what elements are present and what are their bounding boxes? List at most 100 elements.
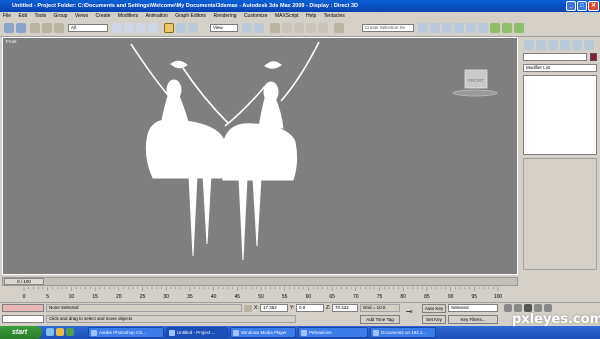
- timeline-tick-label: 45: [235, 294, 241, 300]
- menu-group[interactable]: Group: [54, 13, 68, 19]
- left-figure-shape[interactable]: [130, 43, 229, 257]
- percent-snap-icon[interactable]: [306, 23, 316, 33]
- render-frame-icon[interactable]: [502, 23, 512, 33]
- select-scale-icon[interactable]: [188, 23, 198, 33]
- modifier-list-dropdown[interactable]: Modifier List: [523, 64, 597, 72]
- pivot-center-icon[interactable]: [242, 23, 252, 33]
- menu-graph-editors[interactable]: Graph Editors: [175, 13, 206, 19]
- taskbar-item-folder[interactable]: Pehrasions: [298, 327, 368, 338]
- bind-spacewarp-icon[interactable]: [54, 23, 64, 33]
- viewcube[interactable]: FRONT: [452, 69, 498, 97]
- menu-help[interactable]: Help: [306, 13, 316, 19]
- hierarchy-tab-icon[interactable]: [548, 40, 558, 50]
- lock-selection-icon[interactable]: [244, 305, 252, 312]
- parameters-rollout: [523, 158, 597, 270]
- modifier-stack[interactable]: [523, 75, 597, 155]
- select-object-icon[interactable]: [112, 23, 122, 33]
- viewcube-label: FRONT: [468, 78, 484, 83]
- select-move-icon[interactable]: [164, 23, 174, 33]
- taskbar-item-media-player[interactable]: Windows Media Player: [230, 327, 296, 338]
- taskbar-item-3dsmax[interactable]: Untitled - Project ...: [166, 327, 228, 338]
- region-select-icon[interactable]: [136, 23, 146, 33]
- time-slider-handle[interactable]: 0 / 100: [4, 278, 44, 285]
- menu-animation[interactable]: Animation: [146, 13, 168, 19]
- window-crossing-icon[interactable]: [148, 23, 158, 33]
- maximize-button[interactable]: □: [577, 1, 587, 11]
- goto-end-icon[interactable]: [544, 304, 552, 312]
- layer-manager-icon[interactable]: [442, 23, 452, 33]
- auto-key-button[interactable]: Auto Key: [422, 304, 446, 313]
- keyboard-shortcut-icon[interactable]: [270, 23, 280, 33]
- motion-tab-icon[interactable]: [560, 40, 570, 50]
- next-frame-icon[interactable]: [534, 304, 542, 312]
- display-tab-icon[interactable]: [572, 40, 582, 50]
- time-slider-track[interactable]: 0 / 100: [2, 277, 518, 286]
- play-icon[interactable]: [524, 304, 532, 312]
- menu-views[interactable]: Views: [75, 13, 88, 19]
- menu-customize[interactable]: Customize: [244, 13, 268, 19]
- menu-modifiers[interactable]: Modifiers: [118, 13, 138, 19]
- manipulate-icon[interactable]: [254, 23, 264, 33]
- menu-edit[interactable]: Edit: [18, 13, 27, 19]
- redo-icon[interactable]: [16, 23, 26, 33]
- previous-frame-icon[interactable]: [514, 304, 522, 312]
- quick-launch-media-icon[interactable]: [66, 328, 74, 336]
- grid-size-display: Grid = 10.0: [360, 304, 400, 312]
- select-rotate-icon[interactable]: [176, 23, 186, 33]
- menu-tools[interactable]: Tools: [34, 13, 46, 19]
- menu-file[interactable]: File: [3, 13, 11, 19]
- quick-render-icon[interactable]: [514, 23, 524, 33]
- spinner-snap-icon[interactable]: [318, 23, 328, 33]
- quick-launch-ie-icon[interactable]: [46, 328, 54, 336]
- object-name-field[interactable]: [523, 53, 587, 61]
- reference-coordinate-dropdown[interactable]: View: [210, 24, 238, 32]
- 3dsmax-icon: [169, 330, 175, 336]
- taskbar-item-documents[interactable]: Documents on 192.1...: [370, 327, 436, 338]
- schematic-view-icon[interactable]: [466, 23, 476, 33]
- modify-tab-icon[interactable]: [536, 40, 546, 50]
- link-icon[interactable]: [30, 23, 40, 33]
- y-coord-field[interactable]: 0.0: [296, 304, 324, 312]
- close-button[interactable]: ✕: [588, 1, 599, 11]
- menu-tentacles[interactable]: Tentacles: [324, 13, 345, 19]
- select-by-name-icon[interactable]: [124, 23, 134, 33]
- set-key-button[interactable]: Set Key: [422, 315, 446, 324]
- undo-icon[interactable]: [4, 23, 14, 33]
- edit-named-selection-icon[interactable]: [334, 23, 344, 33]
- key-mode-dropdown[interactable]: Selected: [448, 304, 498, 312]
- goto-start-icon[interactable]: [504, 304, 512, 312]
- angle-snap-icon[interactable]: [294, 23, 304, 33]
- z-coord-field[interactable]: 70.432: [332, 304, 358, 312]
- selection-filter-dropdown[interactable]: All: [68, 24, 108, 32]
- utilities-tab-icon[interactable]: [584, 40, 594, 50]
- photoshop-icon: [91, 330, 97, 336]
- add-time-tag-button[interactable]: Add Time Tag: [360, 315, 400, 324]
- watermark-logo: pxleyes.com: [512, 312, 600, 327]
- track-bar[interactable]: 0 5 10 15 20 25 30 35 40 45 50 55 60 65 70 75 80 85 90 95 10…: [0, 287, 520, 302]
- material-editor-icon[interactable]: [478, 23, 488, 33]
- key-filters-button[interactable]: Key Filters...: [448, 315, 498, 324]
- taskbar-item-photoshop[interactable]: Adobe Photoshop CS...: [88, 327, 164, 338]
- minimize-button[interactable]: _: [566, 1, 576, 11]
- timeline-tick-label: 15: [92, 294, 98, 300]
- menu-rendering[interactable]: Rendering: [213, 13, 236, 19]
- front-viewport[interactable]: Front FRONT: [2, 37, 518, 275]
- maxscript-listener-pink[interactable]: [2, 304, 44, 312]
- named-selection-set-dropdown[interactable]: Create Selection Se: [362, 24, 414, 32]
- menu-maxscript[interactable]: MAXScript: [275, 13, 299, 19]
- x-coord-field[interactable]: 17.362: [260, 304, 288, 312]
- render-setup-icon[interactable]: [490, 23, 500, 33]
- mirror-icon[interactable]: [418, 23, 428, 33]
- quick-launch-folder-icon[interactable]: [56, 328, 64, 336]
- snaps-toggle-icon[interactable]: [282, 23, 292, 33]
- unlink-icon[interactable]: [42, 23, 52, 33]
- curve-editor-icon[interactable]: [454, 23, 464, 33]
- object-color-swatch[interactable]: [590, 53, 597, 61]
- create-tab-icon[interactable]: [524, 40, 534, 50]
- start-button[interactable]: start: [0, 326, 42, 339]
- maxscript-listener-white[interactable]: [2, 315, 44, 323]
- right-figure-shape[interactable]: [219, 41, 320, 261]
- key-icon[interactable]: ⊸: [406, 308, 418, 316]
- align-icon[interactable]: [430, 23, 440, 33]
- menu-create[interactable]: Create: [95, 13, 110, 19]
